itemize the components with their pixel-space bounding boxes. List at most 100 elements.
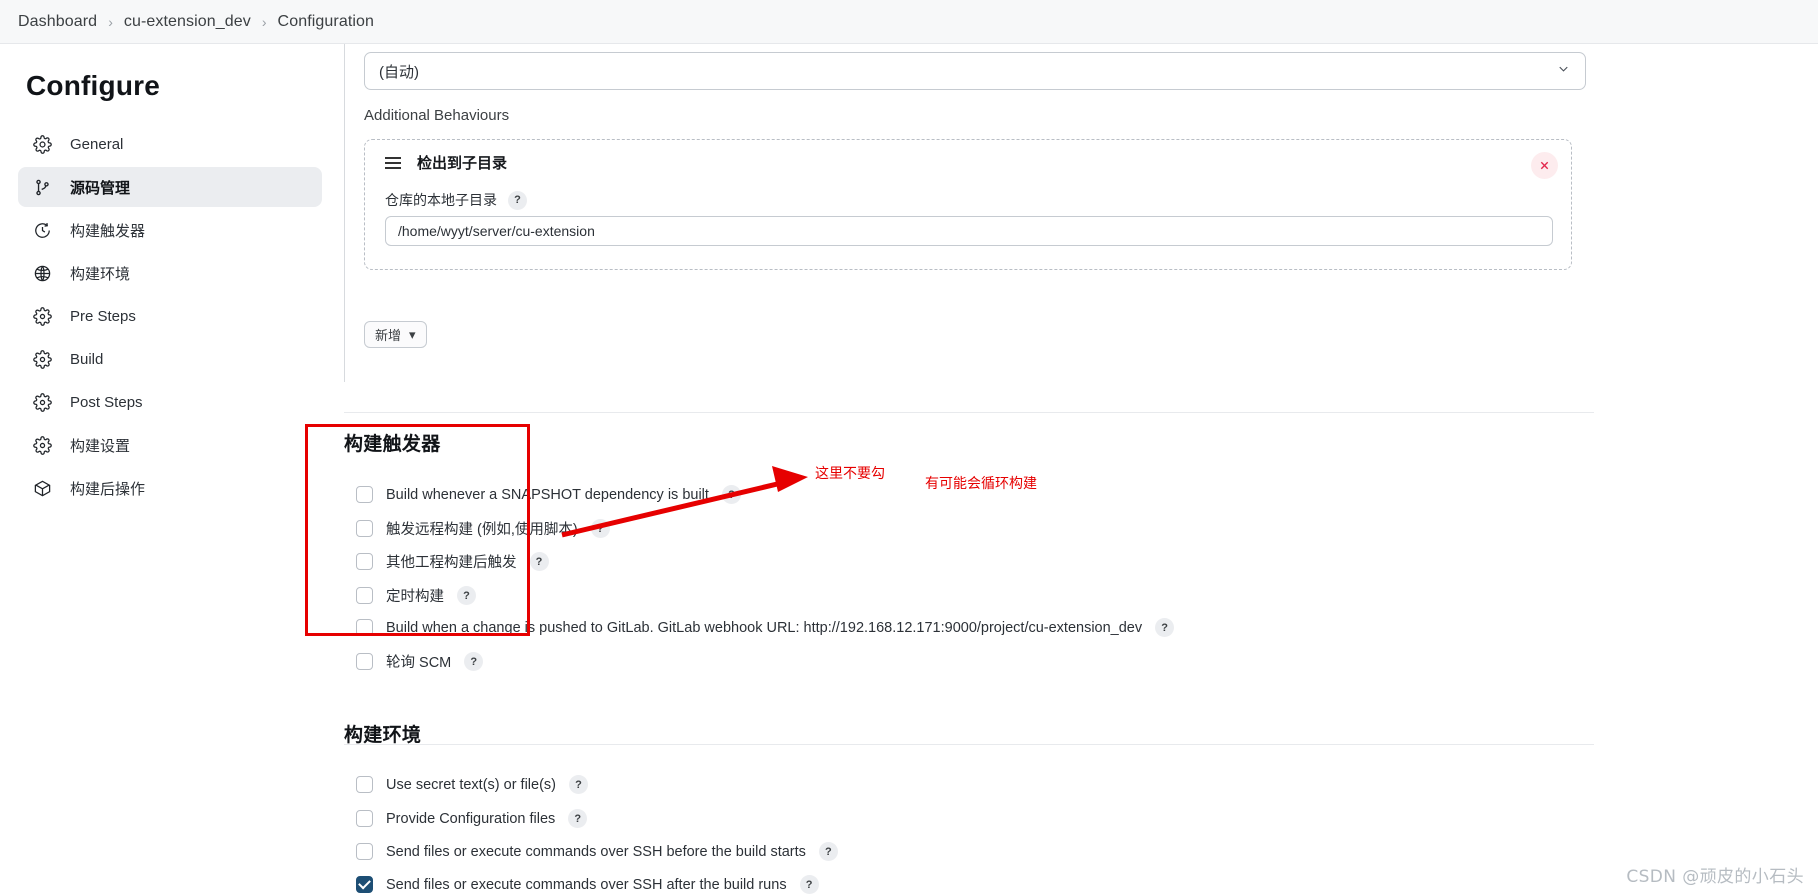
section-rule bbox=[344, 44, 345, 382]
sidebar-item-label: 源码管理 bbox=[70, 179, 131, 197]
divider bbox=[344, 744, 1594, 745]
help-icon[interactable]: ? bbox=[508, 190, 527, 210]
help-icon[interactable]: ? bbox=[568, 809, 588, 828]
checkbox-row-poll-scm[interactable]: 轮询 SCM ? bbox=[356, 651, 484, 672]
sidebar-item-label: Pre Steps bbox=[70, 307, 136, 325]
gear-icon bbox=[30, 304, 54, 328]
checkbox-snapshot-dependency[interactable] bbox=[356, 486, 373, 503]
globe-icon bbox=[30, 261, 54, 285]
help-icon[interactable]: ? bbox=[799, 875, 819, 894]
behaviour-card-header: 检出到子目录 bbox=[385, 152, 507, 173]
help-icon[interactable]: ? bbox=[464, 652, 484, 671]
breadcrumb-item-configuration[interactable]: Configuration bbox=[278, 13, 374, 31]
sidebar-item-post-build-actions[interactable]: 构建后操作 bbox=[18, 468, 322, 508]
help-icon[interactable]: ? bbox=[569, 775, 588, 794]
sidebar-item-pre-steps[interactable]: Pre Steps bbox=[18, 296, 322, 336]
help-icon[interactable]: ? bbox=[590, 519, 610, 538]
checkbox-label: Send files or execute commands over SSH … bbox=[386, 876, 787, 893]
checkbox-row-ssh-before-build[interactable]: Send files or execute commands over SSH … bbox=[356, 842, 838, 861]
help-icon[interactable]: ? bbox=[1155, 618, 1175, 637]
checkbox-after-other-projects[interactable] bbox=[356, 553, 373, 570]
gear-icon bbox=[30, 390, 54, 414]
divider bbox=[344, 412, 1594, 413]
sidebar-item-general[interactable]: General bbox=[18, 124, 322, 164]
checkbox-ssh-before-build[interactable] bbox=[356, 843, 373, 860]
checkbox-row-secret-text[interactable]: Use secret text(s) or file(s) ? bbox=[356, 775, 588, 794]
sidebar-item-build-settings[interactable]: 构建设置 bbox=[18, 425, 322, 465]
checkbox-config-files[interactable] bbox=[356, 810, 373, 827]
scm-select-value: (自动) bbox=[379, 63, 419, 81]
checkbox-label: 定时构建 bbox=[386, 589, 444, 605]
checkbox-row-scheduled-build[interactable]: 定时构建 ? bbox=[356, 585, 476, 606]
checkbox-row-gitlab-push[interactable]: Build when a change is pushed to GitLab.… bbox=[356, 618, 1175, 637]
sidebar-item-label: 构建后操作 bbox=[70, 480, 146, 498]
behaviour-field-label-row: 仓库的本地子目录 ? bbox=[385, 190, 527, 210]
help-icon[interactable]: ? bbox=[457, 586, 476, 605]
behaviour-card: 检出到子目录 仓库的本地子目录 ? /home/wyyt/server/cu-e… bbox=[364, 139, 1572, 270]
chevron-down-icon: ▾ bbox=[409, 326, 416, 342]
checkbox-row-snapshot-dependency[interactable]: Build whenever a SNAPSHOT dependency is … bbox=[356, 485, 741, 504]
behaviour-card-title: 检出到子目录 bbox=[417, 155, 508, 172]
breadcrumb-item-dashboard[interactable]: Dashboard bbox=[18, 13, 97, 31]
breadcrumb-separator-icon: › bbox=[108, 13, 113, 30]
sidebar-item-build-triggers[interactable]: 构建触发器 bbox=[18, 210, 322, 250]
sidebar-item-label: Build bbox=[70, 350, 104, 368]
checkbox-row-remote-trigger[interactable]: 触发远程构建 (例如,使用脚本) ? bbox=[356, 518, 610, 539]
checkbox-scheduled-build[interactable] bbox=[356, 587, 373, 604]
build-environment-title: 构建环境 bbox=[344, 725, 422, 746]
sidebar-item-label: Post Steps bbox=[70, 393, 143, 411]
gear-icon bbox=[30, 132, 54, 156]
sidebar-item-label: 构建触发器 bbox=[70, 222, 146, 240]
checkbox-label: Use secret text(s) or file(s) bbox=[386, 776, 556, 793]
sidebar-item-scm[interactable]: 源码管理 bbox=[18, 167, 322, 207]
sidebar-item-label: 构建环境 bbox=[70, 265, 131, 283]
sidebar-item-label: General bbox=[70, 135, 124, 153]
annotation-note-1: 这里不要勾 bbox=[815, 466, 885, 482]
page-title: Configure bbox=[26, 70, 161, 101]
close-icon[interactable] bbox=[1531, 152, 1558, 179]
behaviour-field-label: 仓库的本地子目录 bbox=[385, 192, 497, 208]
box-icon bbox=[30, 476, 54, 500]
checkbox-label: 其他工程构建后触发 bbox=[386, 555, 517, 571]
sidebar-item-label: 构建设置 bbox=[70, 437, 131, 455]
checkbox-remote-trigger[interactable] bbox=[356, 520, 373, 537]
branch-icon bbox=[30, 175, 54, 199]
checkbox-label: 轮询 SCM bbox=[386, 655, 452, 671]
checkbox-label: Build whenever a SNAPSHOT dependency is … bbox=[386, 486, 709, 503]
sidebar-item-build-environment[interactable]: 构建环境 bbox=[18, 253, 322, 293]
checkbox-label: Send files or execute commands over SSH … bbox=[386, 843, 806, 860]
add-behaviour-label: 新增 bbox=[375, 328, 402, 343]
drag-handle-icon[interactable] bbox=[385, 156, 401, 169]
local-subdirectory-input[interactable]: /home/wyyt/server/cu-extension bbox=[385, 216, 1553, 246]
help-icon[interactable]: ? bbox=[529, 552, 549, 571]
breadcrumb: Dashboard › cu-extension_dev › Configura… bbox=[0, 0, 1818, 44]
local-subdirectory-value: /home/wyyt/server/cu-extension bbox=[398, 223, 595, 239]
checkbox-row-config-files[interactable]: Provide Configuration files ? bbox=[356, 809, 588, 828]
checkbox-row-ssh-after-build[interactable]: Send files or execute commands over SSH … bbox=[356, 875, 819, 894]
checkbox-label: Build when a change is pushed to GitLab.… bbox=[386, 619, 1143, 636]
checkbox-label: 触发远程构建 (例如,使用脚本) bbox=[386, 522, 578, 538]
checkbox-poll-scm[interactable] bbox=[356, 653, 373, 670]
add-behaviour-button[interactable]: 新增 ▾ bbox=[364, 321, 427, 348]
checkbox-gitlab-push[interactable] bbox=[356, 619, 373, 636]
help-icon[interactable]: ? bbox=[721, 485, 741, 504]
help-icon[interactable]: ? bbox=[818, 842, 838, 861]
main-content: (自动) Additional Behaviours 检出到子目录 仓库的本地子… bbox=[340, 44, 1818, 894]
clock-icon bbox=[30, 218, 54, 242]
annotation-note-2: 有可能会循环构建 bbox=[925, 476, 1037, 492]
gear-icon bbox=[30, 347, 54, 371]
additional-behaviours-label: Additional Behaviours bbox=[364, 107, 510, 124]
checkbox-secret-text[interactable] bbox=[356, 776, 373, 793]
checkbox-row-after-other-projects[interactable]: 其他工程构建后触发 ? bbox=[356, 551, 549, 572]
sidebar-item-build[interactable]: Build bbox=[18, 339, 322, 379]
gear-icon bbox=[30, 433, 54, 457]
build-triggers-title: 构建触发器 bbox=[344, 434, 441, 455]
chevron-down-icon bbox=[1556, 62, 1571, 81]
checkbox-ssh-after-build[interactable] bbox=[356, 876, 373, 893]
breadcrumb-item-project[interactable]: cu-extension_dev bbox=[124, 13, 251, 31]
checkbox-label: Provide Configuration files bbox=[386, 810, 556, 827]
sidebar: Configure General 源码管理 构建触发器 构建环境 Pre St… bbox=[0, 44, 340, 894]
page-root: Dashboard › cu-extension_dev › Configura… bbox=[0, 0, 1818, 894]
sidebar-item-post-steps[interactable]: Post Steps bbox=[18, 382, 322, 422]
scm-select[interactable]: (自动) bbox=[364, 52, 1586, 90]
